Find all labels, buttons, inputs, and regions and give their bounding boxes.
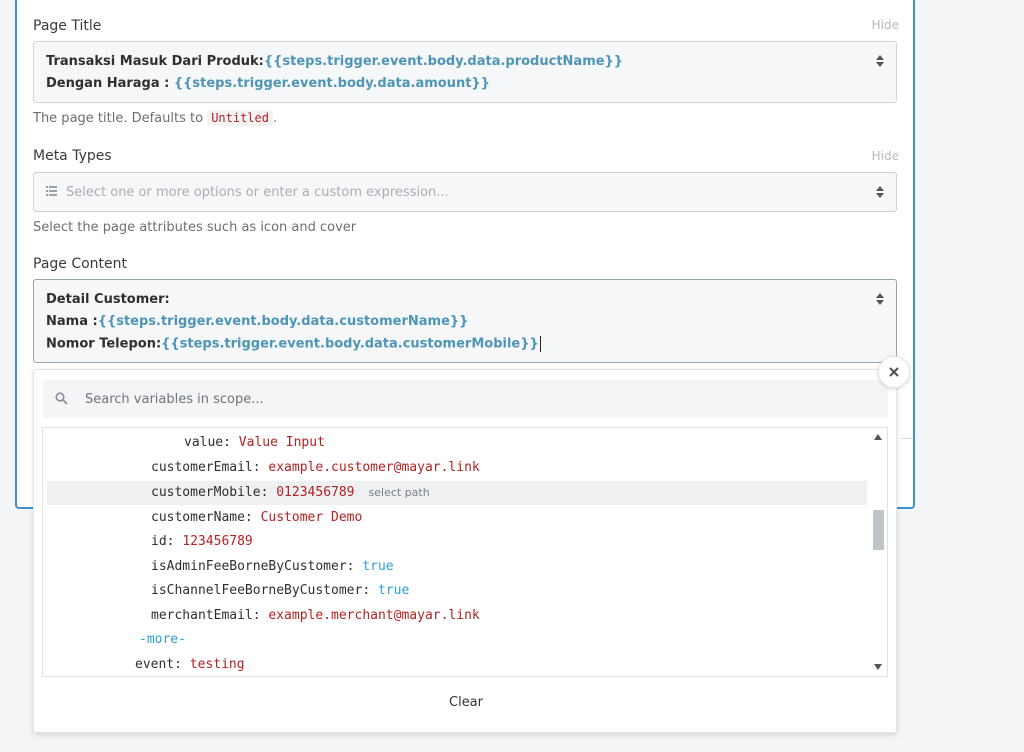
amount-expression: {{steps.trigger.event.body.data.amount}} xyxy=(173,76,490,91)
tree-sep: : xyxy=(244,510,261,525)
page-content-line-2-text: Nama : xyxy=(46,314,98,329)
tree-row-more[interactable]: -more- xyxy=(43,628,869,652)
customer-name-expression: {{steps.trigger.event.body.data.customer… xyxy=(97,314,469,329)
page-title-hide-link[interactable]: Hide xyxy=(872,18,899,32)
scrollbar-thumb[interactable] xyxy=(873,510,884,550)
tree-key: event xyxy=(135,657,175,672)
meta-types-placeholder: Select one or more options or enter a cu… xyxy=(66,185,449,200)
tree-sep: : xyxy=(260,485,277,500)
page-title-help: The page title. Defaults to Untitled. xyxy=(33,110,278,126)
sort-icon[interactable] xyxy=(876,55,884,67)
tree-row-value[interactable]: value: Value Input xyxy=(43,431,869,455)
product-name-expression: {{steps.trigger.event.body.data.productN… xyxy=(263,54,624,69)
tree-value: true xyxy=(362,559,394,574)
page-title-line-2-text: Dengan Haraga : xyxy=(46,76,174,91)
text-cursor xyxy=(539,336,541,352)
page-title-line-1-text: Transaksi Masuk Dari Produk: xyxy=(46,54,264,69)
tree-row-is-admin-fee[interactable]: isAdminFeeBorneByCustomer: true xyxy=(43,555,869,579)
variables-tree[interactable]: value: Value Input customerEmail: exampl… xyxy=(42,427,888,677)
tree-key: value xyxy=(184,435,224,450)
page-title-input[interactable]: Transaksi Masuk Dari Produk:{{steps.trig… xyxy=(33,41,897,103)
tree-row-customer-mobile[interactable]: customerMobile: 0123456789 select path xyxy=(47,481,867,505)
tree-row-merchant-email[interactable]: merchantEmail: example.merchant@mayar.li… xyxy=(43,604,869,628)
tree-value: true xyxy=(377,583,410,598)
page-content-line-2: Nama :{{steps.trigger.event.body.data.cu… xyxy=(46,314,468,329)
search-icon xyxy=(55,392,68,405)
tree-sep: : xyxy=(362,583,378,598)
tree-key: isChannelFeeBorneByCustomer xyxy=(151,583,363,598)
page-title-label: Page Title xyxy=(33,18,102,34)
scroll-down-icon[interactable] xyxy=(874,664,882,670)
variables-search-box[interactable] xyxy=(43,380,888,418)
tree-sep: : xyxy=(252,460,269,475)
tree-sep: : xyxy=(174,657,190,672)
meta-types-label: Meta Types xyxy=(33,148,112,164)
meta-types-hide-link[interactable]: Hide xyxy=(872,149,899,163)
tree-value: example.merchant@mayar.link xyxy=(268,608,480,623)
scroll-up-icon[interactable] xyxy=(874,434,882,440)
tree-key: customerName xyxy=(151,510,245,525)
tree-value: Value Input xyxy=(238,435,325,450)
select-path-hint[interactable]: select path xyxy=(369,486,430,499)
page-title-help-text: The page title. Defaults to xyxy=(33,111,208,126)
page-content-line-3-text: Nomor Telepon: xyxy=(46,336,162,352)
meta-types-select[interactable]: Select one or more options or enter a cu… xyxy=(33,172,897,212)
close-panel-button[interactable] xyxy=(878,356,910,388)
tree-value: Customer Demo xyxy=(260,510,363,525)
tree-sep: : xyxy=(252,608,269,623)
sort-icon[interactable] xyxy=(876,186,884,198)
tree-value: testing xyxy=(189,657,245,672)
tree-row-customer-email[interactable]: customerEmail: example.customer@mayar.li… xyxy=(43,456,869,480)
variables-search-input[interactable] xyxy=(85,389,865,409)
tree-value: 123456789 xyxy=(182,534,253,549)
tree-sep: : xyxy=(166,534,183,549)
page-content-input[interactable]: Detail Customer: Nama :{{steps.trigger.e… xyxy=(33,279,897,363)
tree-key: merchantEmail xyxy=(151,608,253,623)
clear-button[interactable]: Clear xyxy=(34,695,898,710)
page-title-line-1: Transaksi Masuk Dari Produk:{{steps.trig… xyxy=(46,54,623,69)
tree-value: example.customer@mayar.link xyxy=(268,460,480,475)
page-title-line-2: Dengan Haraga : {{steps.trigger.event.bo… xyxy=(46,76,490,91)
page-content-label: Page Content xyxy=(33,256,128,272)
tree-sep: : xyxy=(346,559,363,574)
tree-key: isAdminFeeBorneByCustomer xyxy=(151,559,347,574)
untitled-default-code: Untitled xyxy=(207,110,273,126)
variables-panel: value: Value Input customerEmail: exampl… xyxy=(33,369,897,733)
tree-row-id[interactable]: id: 123456789 xyxy=(43,530,869,554)
customer-mobile-expression: {{steps.trigger.event.body.data.customer… xyxy=(161,336,539,352)
tree-key: customerMobile xyxy=(151,485,261,500)
tree-row-customer-name[interactable]: customerName: Customer Demo xyxy=(43,506,869,530)
tree-value: 0123456789 xyxy=(276,485,355,500)
tree-row-event[interactable]: event: testing xyxy=(43,653,869,676)
meta-types-help: Select the page attributes such as icon … xyxy=(33,220,357,235)
sort-icon[interactable] xyxy=(876,293,884,305)
more-link[interactable]: -more- xyxy=(139,632,186,647)
tree-key: id xyxy=(151,534,167,549)
tree-scrollbar[interactable] xyxy=(869,428,887,676)
page-content-line-1: Detail Customer: xyxy=(46,292,170,307)
list-icon xyxy=(46,186,57,196)
divider xyxy=(900,438,913,439)
tree-row-is-channel-fee[interactable]: isChannelFeeBorneByCustomer: true xyxy=(43,579,869,603)
page-content-line-3: Nomor Telepon:{{steps.trigger.event.body… xyxy=(46,336,541,352)
close-icon xyxy=(889,367,899,377)
page-title-help-suffix: . xyxy=(272,111,278,126)
tree-sep: : xyxy=(223,435,239,450)
tree-key: customerEmail xyxy=(151,460,253,475)
